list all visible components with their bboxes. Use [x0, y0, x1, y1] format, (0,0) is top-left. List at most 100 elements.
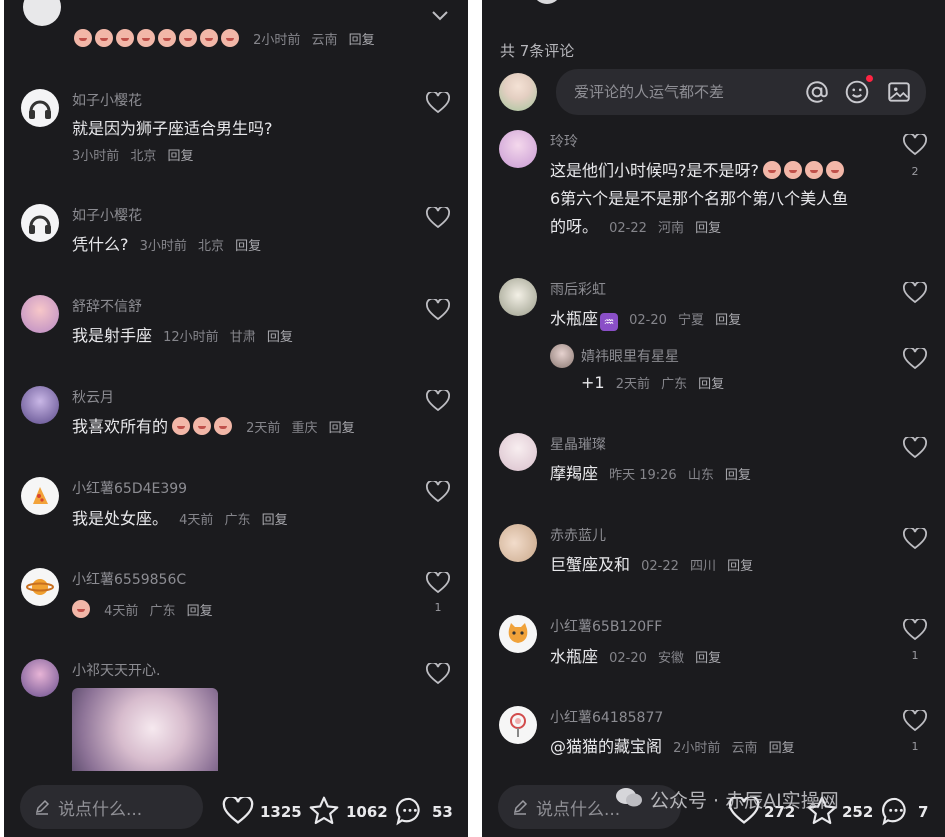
sticker-icon	[200, 29, 218, 47]
comment-input[interactable]: 爱评论的人运气都不差	[556, 69, 926, 115]
comment-username[interactable]: 小红薯65B120FF	[550, 616, 662, 636]
comment-username[interactable]: 如子小樱花	[72, 90, 142, 110]
sticker-icon	[116, 29, 134, 47]
heart-icon[interactable]	[903, 437, 927, 459]
reply-link[interactable]: 回复	[167, 149, 193, 164]
star-icon[interactable]	[308, 795, 340, 827]
comment-time: 12小时前	[163, 330, 219, 345]
avatar[interactable]	[499, 278, 537, 316]
reply-link[interactable]: 回复	[695, 651, 721, 666]
comment-location: 四川	[689, 559, 716, 574]
avatar[interactable]	[21, 89, 59, 127]
reply-link[interactable]: 回复	[187, 604, 213, 619]
reply-link[interactable]: 回复	[698, 377, 724, 392]
reply-username[interactable]: 婧祎眼里有星星	[581, 346, 679, 366]
pencil-icon	[513, 799, 528, 815]
reply-link[interactable]: 回复	[715, 313, 741, 328]
sticker-icon	[179, 29, 197, 47]
comment-text: 凭什么? 3小时前 北京 回复	[72, 233, 261, 259]
heart-icon[interactable]	[426, 481, 450, 503]
comment-location: 河南	[657, 221, 684, 236]
comment-username[interactable]: 赤赤蓝儿	[550, 525, 606, 545]
comment-username[interactable]: 小红薯6559856C	[72, 569, 186, 589]
comment-input[interactable]: 说点什么...	[20, 785, 203, 829]
comment-username[interactable]: 舒辞不信舒	[72, 296, 142, 316]
avatar[interactable]	[23, 0, 61, 26]
at-mention-icon[interactable]	[804, 79, 830, 105]
image-icon[interactable]	[886, 79, 912, 105]
wechat-logo-icon	[616, 788, 642, 807]
reply-link[interactable]: 回复	[727, 559, 753, 574]
chevron-down-icon[interactable]	[428, 5, 452, 27]
avatar[interactable]	[499, 130, 537, 168]
comment-username[interactable]: 如子小樱花	[72, 205, 142, 225]
avatar[interactable]	[550, 344, 574, 368]
comment-location: 北京	[197, 239, 224, 254]
reply-body: +1	[581, 373, 605, 392]
comment-username[interactable]: 玲玲	[550, 131, 578, 151]
heart-icon[interactable]	[426, 207, 450, 229]
comment-text: 就是因为狮子座适合男生吗?	[72, 119, 273, 138]
sticker-icon	[193, 417, 212, 435]
comment-username[interactable]: 小红薯64185877	[550, 707, 663, 727]
avatar[interactable]	[21, 386, 59, 424]
heart-icon[interactable]	[903, 282, 927, 304]
comment-time: 3小时前	[139, 239, 187, 254]
comment-time: 02-20	[609, 651, 647, 666]
my-avatar[interactable]	[499, 73, 537, 111]
reply-link[interactable]: 回复	[329, 421, 355, 436]
pencil-icon	[35, 799, 50, 815]
comment-text-line: 的呀。 02-22 河南 回复	[550, 215, 721, 241]
avatar[interactable]	[499, 615, 537, 653]
avatar[interactable]	[21, 477, 59, 515]
heart-icon[interactable]	[222, 797, 254, 825]
sticker-icon	[137, 29, 155, 47]
comment-location: 山东	[687, 468, 714, 483]
like-count: 1	[911, 649, 919, 662]
avatar[interactable]	[534, 0, 560, 4]
reply-link[interactable]: 回复	[695, 221, 721, 236]
avatar[interactable]	[21, 204, 59, 242]
avatar[interactable]	[21, 568, 59, 606]
avatar[interactable]	[21, 659, 59, 697]
comment-time: 02-20	[629, 313, 667, 328]
avatar[interactable]	[499, 433, 537, 471]
sticker-icon	[74, 29, 92, 47]
comment-bubble-icon[interactable]	[394, 795, 426, 827]
comment-count: 53	[432, 803, 453, 821]
reply-link[interactable]: 回复	[267, 330, 293, 345]
comment-time: 2小时前	[253, 33, 301, 48]
reply-link[interactable]: 回复	[769, 741, 795, 756]
heart-icon[interactable]	[426, 572, 450, 594]
comment-username[interactable]: 星晶璀璨	[550, 434, 606, 454]
comment-username[interactable]: 小红薯65D4E399	[72, 478, 187, 498]
heart-icon[interactable]	[426, 663, 450, 685]
sticker-icon	[826, 161, 844, 179]
comment-bubble-icon[interactable]	[880, 795, 912, 827]
emoji-icon[interactable]	[844, 79, 870, 105]
heart-icon[interactable]	[903, 134, 927, 156]
reply-link[interactable]: 回复	[349, 33, 375, 48]
avatar[interactable]	[21, 295, 59, 333]
comment-username[interactable]: 小祁天天开心.	[72, 660, 160, 680]
heart-icon[interactable]	[903, 619, 927, 641]
heart-icon[interactable]	[903, 348, 927, 370]
heart-icon[interactable]	[426, 299, 450, 321]
reply-link[interactable]: 回复	[262, 513, 288, 528]
right-comment-panel: 共 7条评论 爱评论的人运气都不差 玲玲 这是他们小时候吗?是不是呀? 6第六个…	[482, 0, 945, 837]
heart-icon[interactable]	[426, 390, 450, 412]
comment-location: 北京	[130, 149, 157, 164]
heart-icon[interactable]	[426, 92, 450, 114]
comment-username[interactable]: 雨后彩虹	[550, 279, 606, 299]
comment-image[interactable]	[72, 688, 218, 778]
avatar[interactable]	[499, 706, 537, 744]
reply-link[interactable]: 回复	[725, 468, 751, 483]
bottom-action-bar: 说点什么... 1325 1062 53	[4, 771, 468, 837]
heart-icon[interactable]	[903, 710, 927, 732]
comment-input-placeholder: 说点什么...	[58, 800, 143, 820]
reply-link[interactable]: 回复	[235, 239, 261, 254]
comment-username[interactable]: 秋云月	[72, 387, 114, 407]
avatar[interactable]	[499, 524, 537, 562]
sticker-icon	[95, 29, 113, 47]
heart-icon[interactable]	[903, 528, 927, 550]
